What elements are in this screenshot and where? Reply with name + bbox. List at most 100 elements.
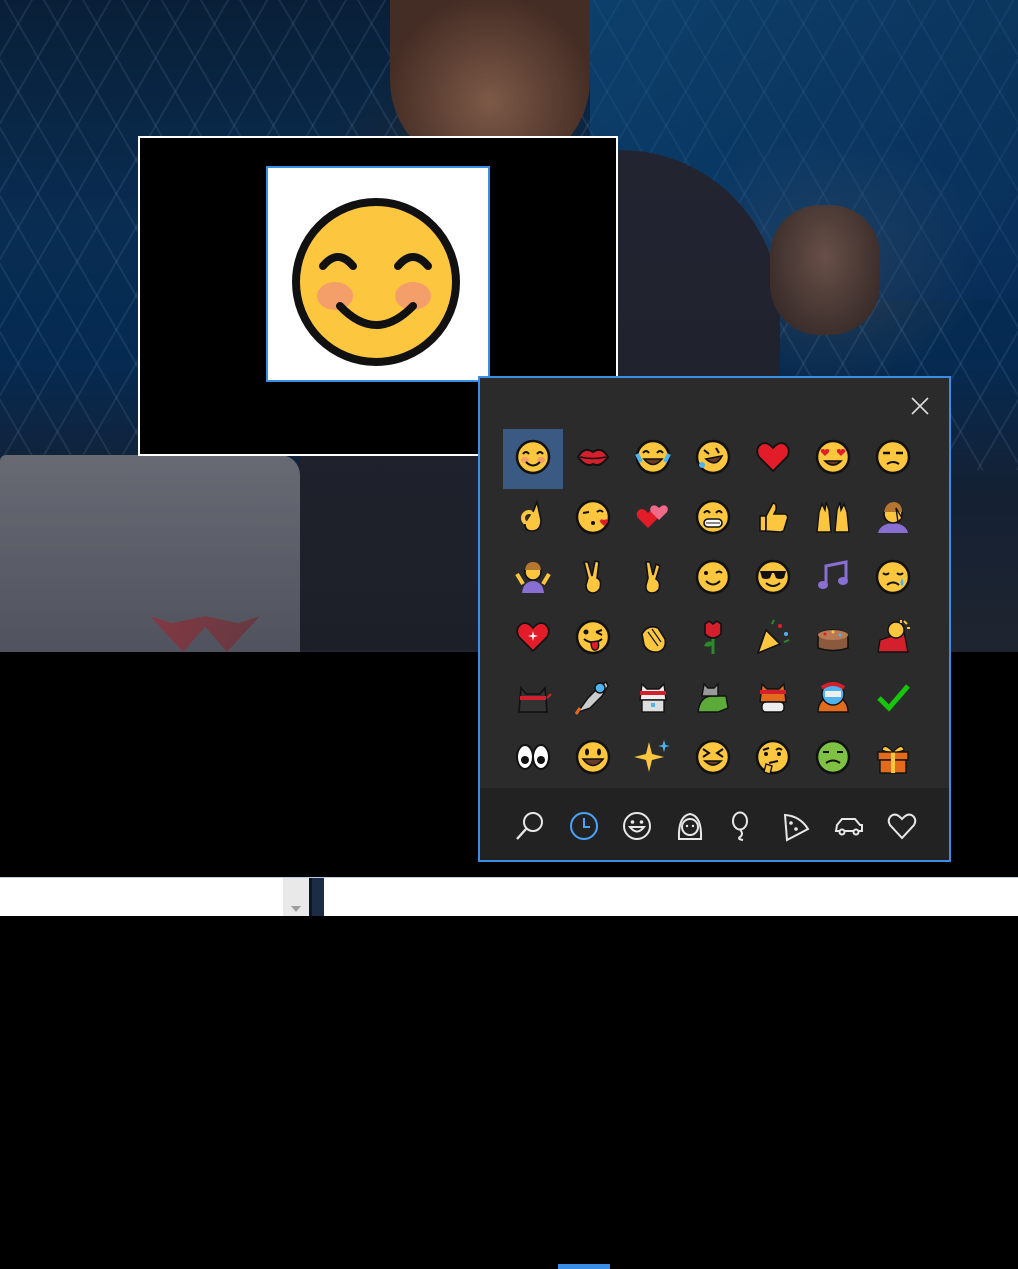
emoji-cell[interactable]: [683, 549, 743, 609]
active-category-indicator: [558, 1264, 610, 1269]
sparkles-icon: [634, 738, 672, 780]
emoji-panel: [478, 376, 951, 1269]
winking-face-icon: [694, 558, 732, 600]
category-recent[interactable]: [564, 806, 604, 846]
emoji-cell[interactable]: [683, 669, 743, 729]
emoji-cell[interactable]: [503, 549, 563, 609]
emoji-cell[interactable]: [803, 489, 863, 549]
emoji-cell[interactable]: [683, 729, 743, 789]
category-food[interactable]: [776, 806, 816, 846]
eyes-icon: [514, 738, 552, 780]
emoji-cell[interactable]: [803, 729, 863, 789]
party-popper-icon: [754, 618, 792, 660]
emoji-cell[interactable]: [683, 609, 743, 669]
emoji-cell[interactable]: [563, 489, 623, 549]
squinting-face-icon: [694, 738, 732, 780]
emoji-cell[interactable]: [743, 609, 803, 669]
category-celebration[interactable]: [723, 806, 763, 846]
emoji-preview-tile: [266, 166, 490, 382]
sunglasses-face-icon: [754, 558, 792, 600]
emoji-cell[interactable]: [863, 609, 923, 669]
emoji-cell[interactable]: [743, 729, 803, 789]
emoji-cell[interactable]: [563, 729, 623, 789]
emoji-cell[interactable]: [623, 549, 683, 609]
close-button[interactable]: [900, 386, 940, 426]
emoji-cell[interactable]: [503, 429, 563, 489]
emoji-cell[interactable]: [803, 609, 863, 669]
person-shrugging-icon: [514, 558, 552, 600]
disappointed-face-icon: [874, 558, 912, 600]
person-facepalming-icon: [874, 498, 912, 540]
smiling-face-with-smiling-eyes-icon: [292, 198, 460, 366]
thinking-face-icon: [754, 738, 792, 780]
face-with-tears-of-joy-icon: [634, 438, 672, 480]
emoji-cell[interactable]: [563, 609, 623, 669]
emoji-cell[interactable]: [863, 549, 923, 609]
emoji-cell[interactable]: [563, 549, 623, 609]
emoji-cell[interactable]: [863, 729, 923, 789]
clapping-hands-icon: [634, 618, 672, 660]
emoji-cell[interactable]: [863, 429, 923, 489]
birthday-cake-icon: [814, 618, 852, 660]
emoji-cell[interactable]: [683, 429, 743, 489]
heart-icon: [887, 813, 917, 840]
category-travel[interactable]: [829, 806, 869, 846]
emoji-cell[interactable]: [743, 669, 803, 729]
emoji-cell[interactable]: [623, 489, 683, 549]
person-icon: [677, 812, 703, 840]
emoji-cell[interactable]: [863, 489, 923, 549]
emoji-cell[interactable]: [503, 609, 563, 669]
sparkling-heart-icon: [514, 618, 552, 660]
red-heart-icon: [754, 438, 792, 480]
emoji-cell[interactable]: [503, 489, 563, 549]
emoji-cell[interactable]: [563, 669, 623, 729]
grinning-face-big-eyes-icon: [574, 738, 612, 780]
hipster-cat-icon: [814, 678, 852, 720]
close-icon: [911, 397, 929, 415]
emoji-cell[interactable]: [743, 489, 803, 549]
musical-notes-icon: [814, 558, 852, 600]
winking-face-with-tongue-icon: [574, 618, 612, 660]
rolling-on-floor-laughing-icon: [694, 438, 732, 480]
astro-cat-icon: [574, 678, 612, 720]
crossed-fingers-icon: [634, 558, 672, 600]
two-hearts-icon: [634, 498, 672, 540]
person-with-speech-icon: [874, 618, 912, 660]
emoji-cell[interactable]: [623, 429, 683, 489]
category-search[interactable]: [510, 806, 550, 846]
emoji-cell[interactable]: [623, 729, 683, 789]
stunt-cat-icon: [754, 678, 792, 720]
car-icon: [834, 818, 863, 836]
category-smileys[interactable]: [617, 806, 657, 846]
emoji-cell[interactable]: [623, 669, 683, 729]
dino-cat-icon: [694, 678, 732, 720]
grinning-face-icon: [694, 498, 732, 540]
emoji-cell[interactable]: [563, 429, 623, 489]
emoji-cell[interactable]: [503, 669, 563, 729]
wrapped-gift-icon: [874, 738, 912, 780]
heart-eyes-icon: [814, 438, 852, 480]
emoji-cell[interactable]: [503, 729, 563, 789]
hacker-cat-icon: [634, 678, 672, 720]
emoji-cell[interactable]: [743, 429, 803, 489]
emoji-cell[interactable]: [623, 609, 683, 669]
raising-hands-icon: [814, 498, 852, 540]
nauseated-face-icon: [814, 738, 852, 780]
emoji-cell[interactable]: [803, 549, 863, 609]
ok-hand-icon: [514, 498, 552, 540]
scrollbar-thumb[interactable]: [309, 878, 324, 916]
recent-clock-icon: [570, 812, 598, 840]
category-bar: [480, 788, 949, 1269]
category-symbols[interactable]: [882, 806, 922, 846]
emoji-cell[interactable]: [803, 429, 863, 489]
emoji-cell[interactable]: [803, 669, 863, 729]
category-people[interactable]: [670, 806, 710, 846]
emoji-cell[interactable]: [743, 549, 803, 609]
ninja-cat-icon: [514, 678, 552, 720]
kiss-mark-icon: [574, 438, 612, 480]
scroll-down-button[interactable]: [283, 878, 309, 916]
emoji-cell[interactable]: [683, 489, 743, 549]
underlying-app-strip: [0, 877, 1018, 916]
victory-hand-icon: [574, 558, 612, 600]
emoji-cell[interactable]: [863, 669, 923, 729]
